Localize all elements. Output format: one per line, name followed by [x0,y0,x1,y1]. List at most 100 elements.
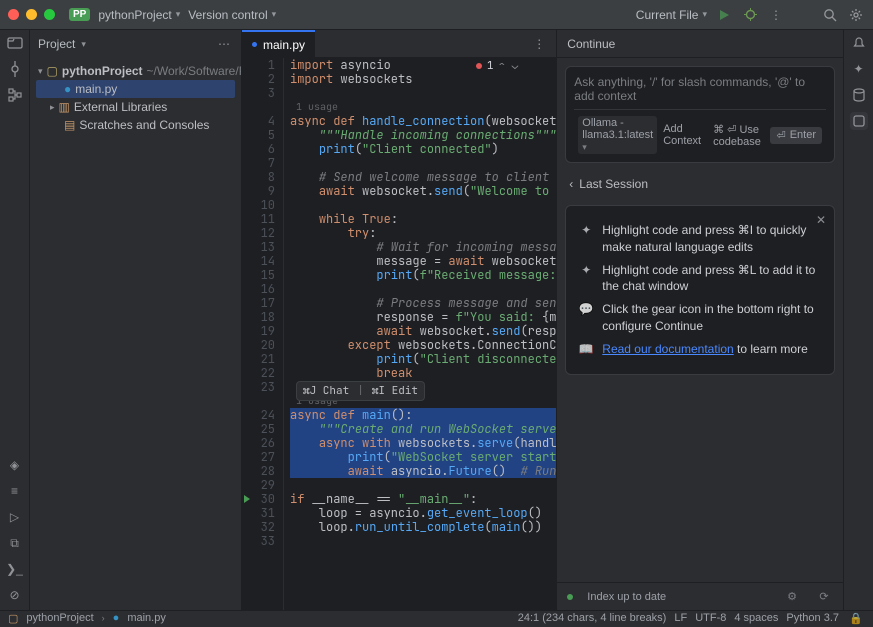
edit-action[interactable]: ⌘I Edit [372,384,418,398]
chat-action[interactable]: ⌘J Chat [303,384,349,398]
continue-tool-icon[interactable] [850,112,868,130]
chat-icon: 💬 [578,301,594,335]
tree-external-libs[interactable]: ▸ ▥ External Libraries [36,98,235,116]
fullscreen-window-icon[interactable] [44,9,55,20]
services-tool-icon[interactable]: ≡ [6,482,24,500]
editor-tabbar: main.py ⋮ [242,30,556,58]
tab-label: main.py [263,38,305,52]
commit-tool-icon[interactable] [6,60,24,78]
project-tree[interactable]: ▾ ▢ pythonProject ~/Work/Software/Playgr… [30,58,241,138]
project-name-dropdown[interactable]: pythonProject ▾ [98,8,180,22]
line-separator[interactable]: LF [674,612,687,624]
chat-placeholder: Ask anything, '/' for slash commands, '@… [574,75,826,103]
docs-link[interactable]: Read our documentation [602,342,733,356]
interpreter[interactable]: Python 3.7 [786,612,839,624]
tree-file-label: main.py [75,80,117,98]
sparkle-icon: ✦ [578,262,594,296]
breadcrumb-file[interactable]: main.py [127,612,166,624]
more-icon[interactable]: ⋯ [215,35,233,53]
chevron-down-icon: ▾ [176,9,181,20]
run-tool-icon[interactable]: ▷ [6,508,24,526]
notifications-icon[interactable] [850,34,868,52]
lock-icon[interactable]: 🔒 [847,609,865,627]
main-split: main.py ⋮ 1 ⌃ ⌄ 123 45678910111213141516… [242,30,843,610]
problems-tool-icon[interactable]: ⊘ [6,586,24,604]
project-panel-header: Project ▾ ⋯ [30,30,241,58]
file-encoding[interactable]: UTF-8 [695,612,726,624]
run-icon[interactable] [715,6,733,24]
tip-text: Read our documentation to learn more [602,341,807,358]
continue-panel: Continue Ask anything, '/' for slash com… [557,30,843,610]
more-icon[interactable]: ⋮ [767,6,785,24]
index-status-text: Index up to date [587,591,666,603]
chevron-down-icon: ▾ [38,62,43,80]
gear-icon[interactable]: ⚙ [783,588,801,606]
project-panel: Project ▾ ⋯ ▾ ▢ pythonProject ~/Work/Sof… [30,30,242,610]
tree-root[interactable]: ▾ ▢ pythonProject ~/Work/Software/Playgr… [36,62,235,80]
debug-icon[interactable] [741,6,759,24]
titlebar: PP pythonProject ▾ Version control ▾ Cur… [0,0,873,30]
last-session-label: Last Session [579,177,648,191]
vcs-dropdown[interactable]: Version control ▾ [188,8,276,22]
folder-icon: ▢ [47,62,58,80]
tree-external-label: External Libraries [74,98,167,116]
continue-title: Continue [567,37,615,51]
minimize-window-icon[interactable] [26,9,37,20]
chevron-left-icon: ‹ [569,177,573,191]
close-window-icon[interactable] [8,9,19,20]
database-tool-icon[interactable] [850,86,868,104]
search-icon[interactable] [821,6,839,24]
tip-text: Click the gear icon in the bottom right … [602,301,822,335]
editor-column: main.py ⋮ 1 ⌃ ⌄ 123 45678910111213141516… [242,30,557,610]
tip-text: Highlight code and press ⌘L to add it to… [602,262,822,296]
close-icon[interactable]: ✕ [816,212,826,229]
structure-tool-icon[interactable] [6,86,24,104]
sparkle-icon: ✦ [578,222,594,256]
tree-root-path: ~/Work/Software/Playground/pythonProject [147,62,241,80]
python-file-icon: ● [64,80,71,98]
model-selector[interactable]: Ollama - llama3.1:latest ▾ [578,116,657,154]
module-icon: ▢ [8,612,18,625]
send-button[interactable]: ⏎ Enter [770,127,822,144]
git-tool-icon[interactable]: ◈ [6,456,24,474]
editor-gutter[interactable]: 123 4567891011121314151617181920212223 2… [242,58,284,610]
tab-menu-icon[interactable]: ⋮ [530,35,548,53]
python-file-icon: ● [113,612,120,624]
run-config-dropdown[interactable]: Current File ▾ [636,8,707,22]
chevron-down-icon: ▾ [702,9,707,20]
tree-root-name: pythonProject [62,62,143,80]
settings-icon[interactable] [847,6,865,24]
chevron-right-icon: ▸ [50,98,55,116]
indent-setting[interactable]: 4 spaces [734,612,778,624]
tree-file-main[interactable]: ● main.py [36,80,235,98]
add-context-button[interactable]: Add Context [663,123,701,147]
python-console-icon[interactable]: ⧉ [6,534,24,552]
tree-scratches[interactable]: ▤ Scratches and Consoles [36,116,235,134]
chevron-down-icon: ▾ [272,9,277,20]
refresh-icon[interactable]: ⟳ [815,588,833,606]
cursor-position[interactable]: 24:1 (234 chars, 4 line breaks) [518,612,667,624]
window-controls [8,9,55,20]
tab-main-py[interactable]: main.py [242,30,315,57]
ai-tool-icon[interactable]: ✦ [850,60,868,78]
code-editor[interactable]: 1 ⌃ ⌄ 123 456789101112131415161718192021… [242,58,556,610]
terminal-tool-icon[interactable]: ❯_ [6,560,24,578]
python-file-icon [252,42,257,47]
chevron-right-icon: › [102,613,105,623]
continue-header: Continue [557,30,843,58]
library-icon: ▥ [59,98,70,116]
last-session-row[interactable]: ‹ Last Session [565,171,835,197]
project-panel-title: Project [38,37,75,51]
continue-chat-input[interactable]: Ask anything, '/' for slash commands, '@… [565,66,835,163]
project-name-label: pythonProject [98,8,171,22]
editor-code[interactable]: import asyncioimport websockets 1 usagea… [284,58,556,610]
tip-text: Highlight code and press ⌘I to quickly m… [602,222,822,256]
index-status-icon [567,594,573,600]
vcs-label: Version control [188,8,267,22]
book-icon: 📖 [578,341,594,358]
breadcrumb-project[interactable]: pythonProject [26,612,93,624]
chevron-down-icon[interactable]: ▾ [81,39,86,50]
use-codebase-toggle[interactable]: ⌘ ⏎ Use codebase [713,123,764,148]
right-tool-strip: ✦ [843,30,873,610]
project-tool-icon[interactable] [6,34,24,52]
